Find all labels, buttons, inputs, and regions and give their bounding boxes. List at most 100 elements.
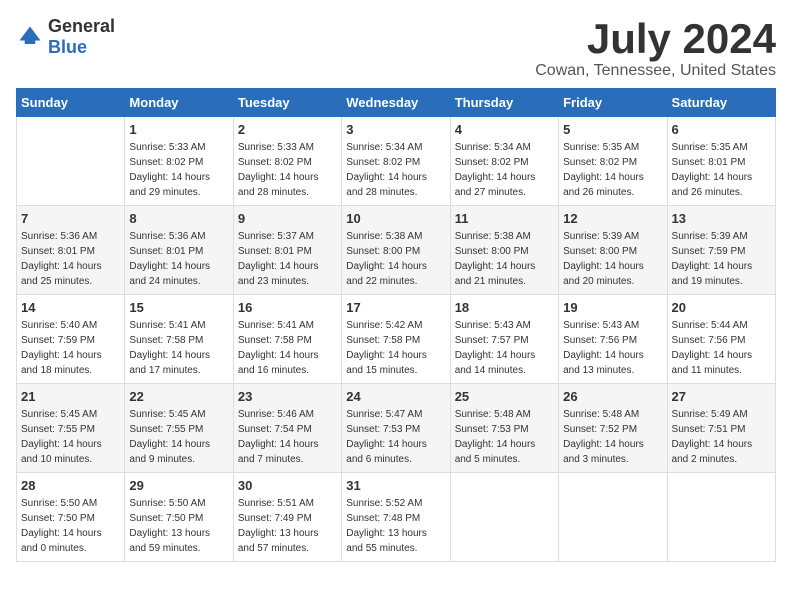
calendar-cell: 23 Sunrise: 5:46 AMSunset: 7:54 PMDayligh…: [233, 384, 341, 473]
day-info: Sunrise: 5:48 AMSunset: 7:52 PMDaylight:…: [563, 407, 662, 467]
day-number: 4: [455, 122, 554, 137]
day-info: Sunrise: 5:49 AMSunset: 7:51 PMDaylight:…: [672, 407, 771, 467]
calendar-cell: 24 Sunrise: 5:47 AMSunset: 7:53 PMDayligh…: [342, 384, 450, 473]
calendar-cell: 13Sunrise: 5:39 AMSunset: 7:59 PMDayligh…: [667, 206, 775, 295]
day-info: Sunrise: 5:34 AMSunset: 8:02 PMDaylight:…: [455, 140, 554, 200]
calendar-cell: 3 Sunrise: 5:34 AMSunset: 8:02 PMDaylight…: [342, 117, 450, 206]
calendar-cell: 7 Sunrise: 5:36 AMSunset: 8:01 PMDaylight…: [17, 206, 125, 295]
day-info: Sunrise: 5:34 AMSunset: 8:02 PMDaylight:…: [346, 140, 445, 200]
day-number: 10: [346, 211, 445, 226]
day-info: Sunrise: 5:38 AMSunset: 8:00 PMDaylight:…: [346, 229, 445, 289]
calendar-cell: [17, 117, 125, 206]
logo-text-blue: Blue: [48, 37, 87, 57]
calendar-cell: 6 Sunrise: 5:35 AMSunset: 8:01 PMDaylight…: [667, 117, 775, 206]
logo-text-general: General: [48, 16, 115, 36]
calendar-cell: [667, 473, 775, 562]
calendar-cell: 2 Sunrise: 5:33 AMSunset: 8:02 PMDaylight…: [233, 117, 341, 206]
day-info: Sunrise: 5:42 AMSunset: 7:58 PMDaylight:…: [346, 318, 445, 378]
calendar-cell: 14 Sunrise: 5:40 AMSunset: 7:59 PMDayligh…: [17, 295, 125, 384]
header-row: SundayMondayTuesdayWednesdayThursdayFrid…: [17, 89, 776, 117]
day-number: 25: [455, 389, 554, 404]
day-number: 23: [238, 389, 337, 404]
week-row: 1 Sunrise: 5:33 AMSunset: 8:02 PMDaylight…: [17, 117, 776, 206]
week-row: 14 Sunrise: 5:40 AMSunset: 7:59 PMDayligh…: [17, 295, 776, 384]
calendar-cell: 19 Sunrise: 5:43 AMSunset: 7:56 PMDayligh…: [559, 295, 667, 384]
calendar-cell: 15Sunrise: 5:41 AMSunset: 7:58 PMDayligh…: [125, 295, 233, 384]
day-number: 1: [129, 122, 228, 137]
day-number: 20: [672, 300, 771, 315]
day-info: Sunrise: 5:48 AMSunset: 7:53 PMDaylight:…: [455, 407, 554, 467]
calendar-cell: 5 Sunrise: 5:35 AMSunset: 8:02 PMDaylight…: [559, 117, 667, 206]
day-info: Sunrise: 5:52 AMSunset: 7:48 PMDaylight:…: [346, 496, 445, 556]
day-number: 21: [21, 389, 120, 404]
calendar-cell: 9Sunrise: 5:37 AMSunset: 8:01 PMDaylight…: [233, 206, 341, 295]
calendar-cell: 18Sunrise: 5:43 AMSunset: 7:57 PMDayligh…: [450, 295, 558, 384]
day-info: Sunrise: 5:47 AMSunset: 7:53 PMDaylight:…: [346, 407, 445, 467]
day-info: Sunrise: 5:39 AMSunset: 7:59 PMDaylight:…: [672, 229, 771, 289]
calendar-cell: 28 Sunrise: 5:50 AMSunset: 7:50 PMDayligh…: [17, 473, 125, 562]
day-info: Sunrise: 5:35 AMSunset: 8:02 PMDaylight:…: [563, 140, 662, 200]
day-info: Sunrise: 5:35 AMSunset: 8:01 PMDaylight:…: [672, 140, 771, 200]
day-number: 12: [563, 211, 662, 226]
day-number: 17: [346, 300, 445, 315]
calendar-cell: [559, 473, 667, 562]
day-number: 26: [563, 389, 662, 404]
day-number: 24: [346, 389, 445, 404]
day-number: 3: [346, 122, 445, 137]
week-row: 28 Sunrise: 5:50 AMSunset: 7:50 PMDayligh…: [17, 473, 776, 562]
day-info: Sunrise: 5:50 AMSunset: 7:50 PMDaylight:…: [129, 496, 228, 556]
calendar-cell: 22 Sunrise: 5:45 AMSunset: 7:55 PMDayligh…: [125, 384, 233, 473]
calendar-cell: 11Sunrise: 5:38 AMSunset: 8:00 PMDayligh…: [450, 206, 558, 295]
day-number: 15: [129, 300, 228, 315]
logo-icon: [16, 23, 44, 51]
header: General Blue July 2024 Cowan, Tennessee,…: [16, 16, 776, 80]
day-number: 19: [563, 300, 662, 315]
day-info: Sunrise: 5:44 AMSunset: 7:56 PMDaylight:…: [672, 318, 771, 378]
calendar-cell: 10 Sunrise: 5:38 AMSunset: 8:00 PMDayligh…: [342, 206, 450, 295]
day-info: Sunrise: 5:46 AMSunset: 7:54 PMDaylight:…: [238, 407, 337, 467]
day-number: 14: [21, 300, 120, 315]
day-number: 27: [672, 389, 771, 404]
header-cell-tuesday: Tuesday: [233, 89, 341, 117]
day-number: 5: [563, 122, 662, 137]
logo: General Blue: [16, 16, 115, 58]
day-info: Sunrise: 5:39 AMSunset: 8:00 PMDaylight:…: [563, 229, 662, 289]
calendar-cell: 26 Sunrise: 5:48 AMSunset: 7:52 PMDayligh…: [559, 384, 667, 473]
day-info: Sunrise: 5:36 AMSunset: 8:01 PMDaylight:…: [21, 229, 120, 289]
day-number: 31: [346, 478, 445, 493]
day-info: Sunrise: 5:37 AMSunset: 8:01 PMDaylight:…: [238, 229, 337, 289]
day-number: 28: [21, 478, 120, 493]
calendar-cell: 8Sunrise: 5:36 AMSunset: 8:01 PMDaylight…: [125, 206, 233, 295]
day-number: 11: [455, 211, 554, 226]
calendar-cell: [450, 473, 558, 562]
calendar-title: July 2024: [535, 16, 776, 62]
header-cell-friday: Friday: [559, 89, 667, 117]
day-info: Sunrise: 5:33 AMSunset: 8:02 PMDaylight:…: [129, 140, 228, 200]
day-number: 7: [21, 211, 120, 226]
day-number: 29: [129, 478, 228, 493]
calendar-body: 1 Sunrise: 5:33 AMSunset: 8:02 PMDaylight…: [17, 117, 776, 562]
calendar-cell: 29 Sunrise: 5:50 AMSunset: 7:50 PMDayligh…: [125, 473, 233, 562]
day-number: 22: [129, 389, 228, 404]
header-cell-monday: Monday: [125, 89, 233, 117]
title-area: July 2024 Cowan, Tennessee, United State…: [535, 16, 776, 80]
day-number: 2: [238, 122, 337, 137]
calendar-cell: 4 Sunrise: 5:34 AMSunset: 8:02 PMDaylight…: [450, 117, 558, 206]
day-number: 16: [238, 300, 337, 315]
header-cell-saturday: Saturday: [667, 89, 775, 117]
day-info: Sunrise: 5:45 AMSunset: 7:55 PMDaylight:…: [129, 407, 228, 467]
day-info: Sunrise: 5:41 AMSunset: 7:58 PMDaylight:…: [238, 318, 337, 378]
day-info: Sunrise: 5:33 AMSunset: 8:02 PMDaylight:…: [238, 140, 337, 200]
calendar-table: SundayMondayTuesdayWednesdayThursdayFrid…: [16, 88, 776, 562]
calendar-cell: 17 Sunrise: 5:42 AMSunset: 7:58 PMDayligh…: [342, 295, 450, 384]
day-info: Sunrise: 5:43 AMSunset: 7:56 PMDaylight:…: [563, 318, 662, 378]
week-row: 7 Sunrise: 5:36 AMSunset: 8:01 PMDaylight…: [17, 206, 776, 295]
day-info: Sunrise: 5:51 AMSunset: 7:49 PMDaylight:…: [238, 496, 337, 556]
day-info: Sunrise: 5:50 AMSunset: 7:50 PMDaylight:…: [21, 496, 120, 556]
day-info: Sunrise: 5:40 AMSunset: 7:59 PMDaylight:…: [21, 318, 120, 378]
day-number: 30: [238, 478, 337, 493]
calendar-cell: 20 Sunrise: 5:44 AMSunset: 7:56 PMDayligh…: [667, 295, 775, 384]
day-info: Sunrise: 5:36 AMSunset: 8:01 PMDaylight:…: [129, 229, 228, 289]
calendar-cell: 16 Sunrise: 5:41 AMSunset: 7:58 PMDayligh…: [233, 295, 341, 384]
day-number: 6: [672, 122, 771, 137]
